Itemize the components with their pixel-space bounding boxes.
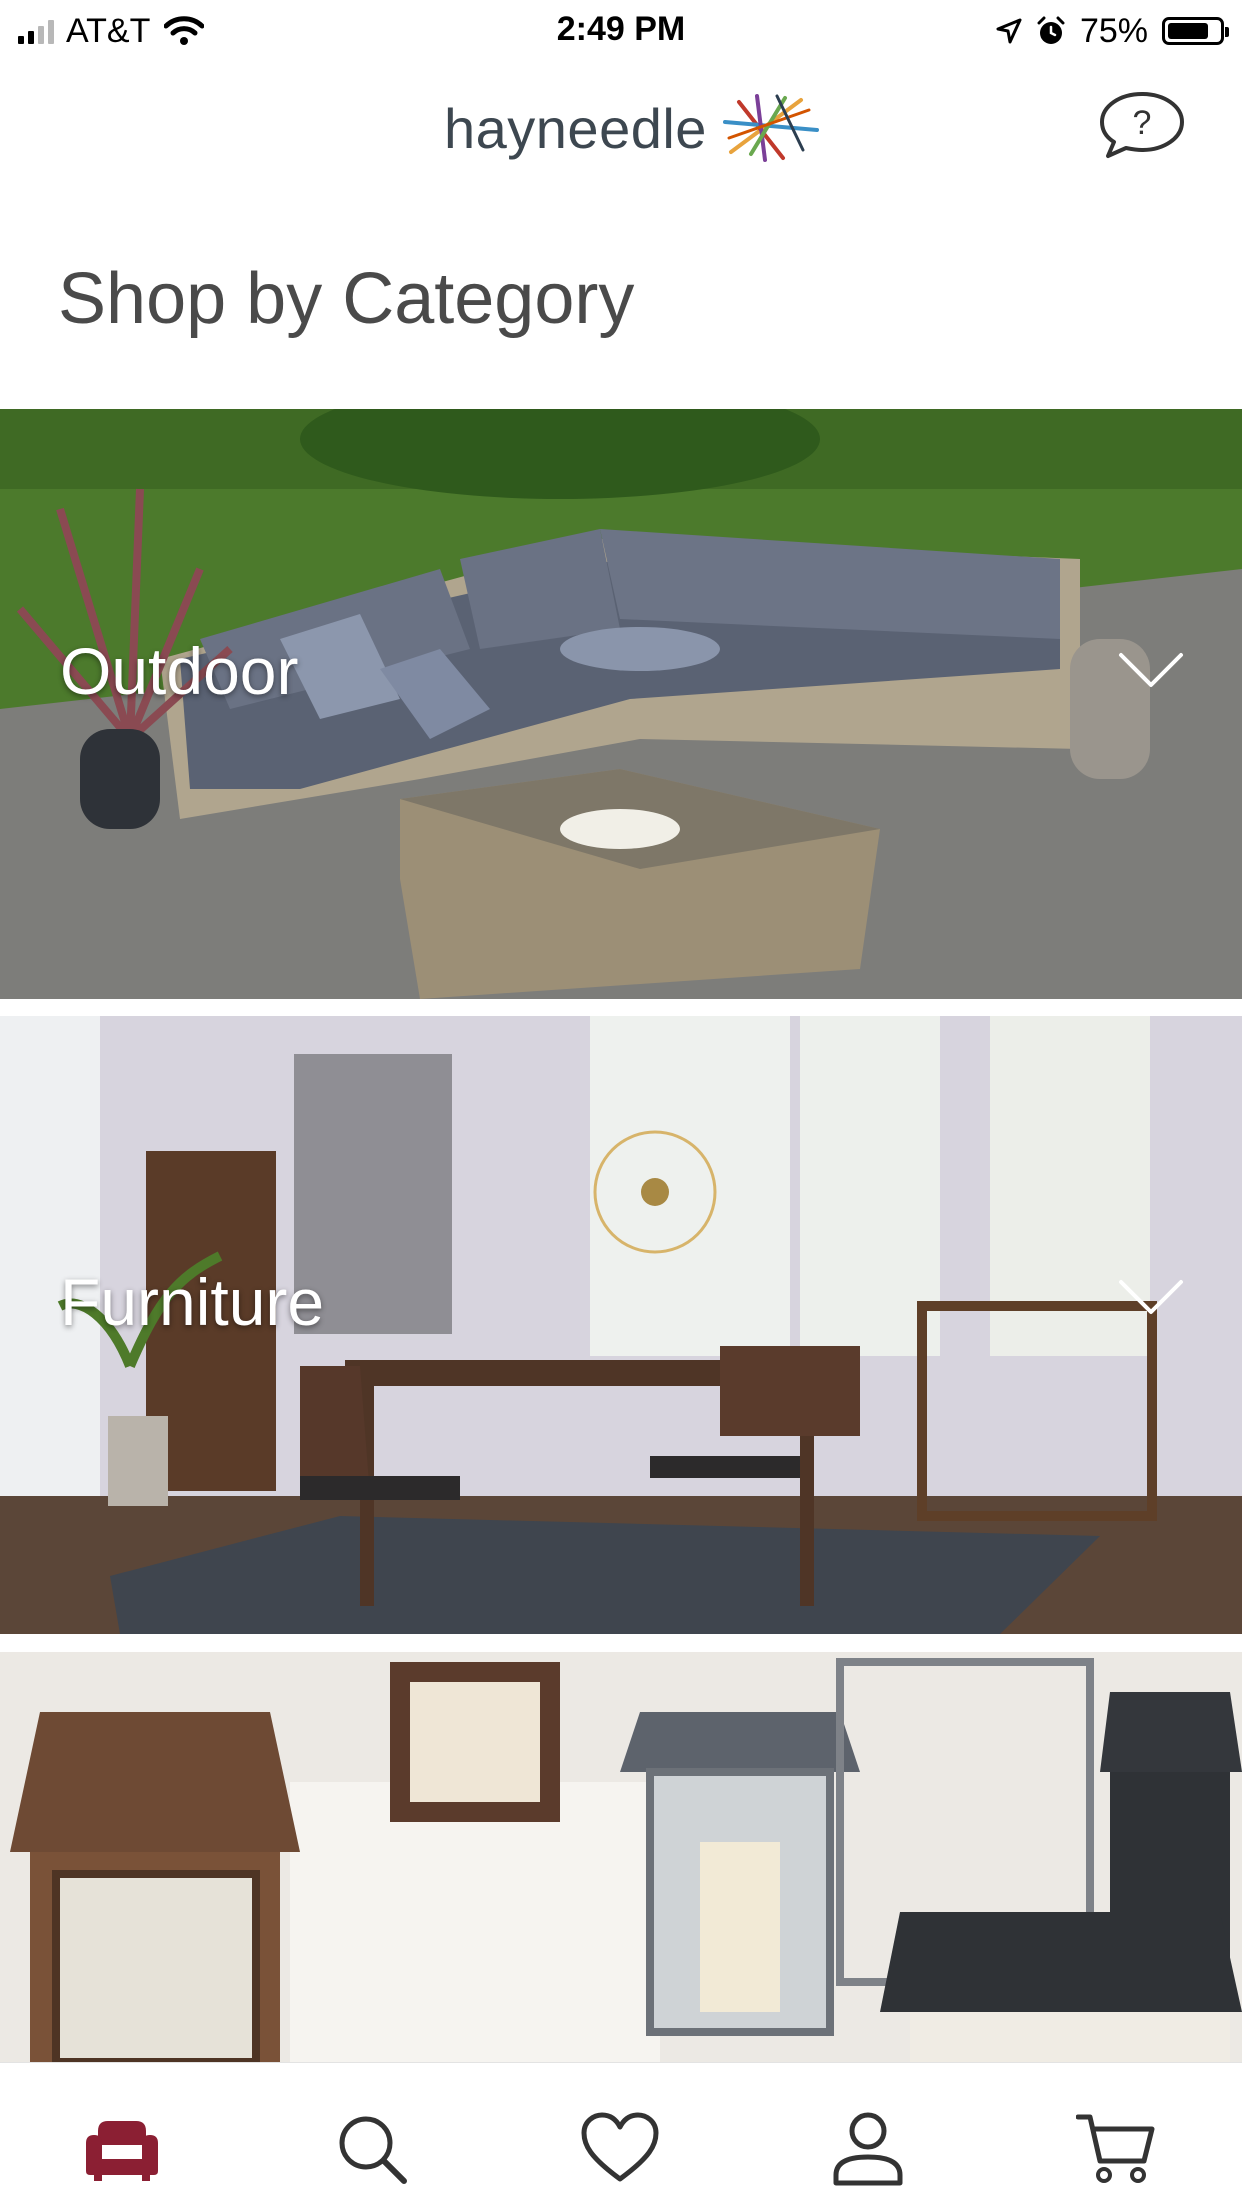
app-header: hayneedle ? <box>0 62 1242 192</box>
logo-mark-icon <box>722 94 819 162</box>
heart-icon[interactable] <box>580 2109 660 2189</box>
battery-icon <box>1162 17 1229 45</box>
category-card-outdoor[interactable]: Outdoor <box>0 409 1242 999</box>
logo-text: hayneedle <box>444 96 707 160</box>
chevron-down-icon[interactable] <box>1118 1278 1184 1318</box>
category-label: Outdoor <box>60 634 299 708</box>
lanterns-photo <box>0 1652 1242 2062</box>
category-label: Furniture <box>60 1265 325 1339</box>
status-bar: AT&T 2:49 PM 75% <box>0 0 1242 62</box>
sofa-icon[interactable] <box>82 2109 162 2189</box>
account-icon[interactable] <box>828 2109 908 2189</box>
page-title: Shop by Category <box>58 259 635 339</box>
status-right: 75% <box>996 8 1229 54</box>
location-arrow-icon <box>996 18 1022 44</box>
chat-question-icon[interactable]: ? <box>1098 90 1186 160</box>
svg-text:?: ? <box>1133 104 1152 142</box>
chevron-down-icon[interactable] <box>1118 651 1184 691</box>
battery-percent: 75% <box>1079 11 1148 50</box>
category-card-decor[interactable] <box>0 1652 1242 2062</box>
category-card-furniture[interactable]: Furniture <box>0 1016 1242 1634</box>
search-icon[interactable] <box>332 2109 412 2189</box>
hayneedle-logo[interactable]: hayneedle <box>444 92 821 164</box>
alarm-icon <box>1037 16 1065 44</box>
cart-icon[interactable] <box>1076 2109 1156 2189</box>
tab-bar <box>0 2062 1242 2209</box>
